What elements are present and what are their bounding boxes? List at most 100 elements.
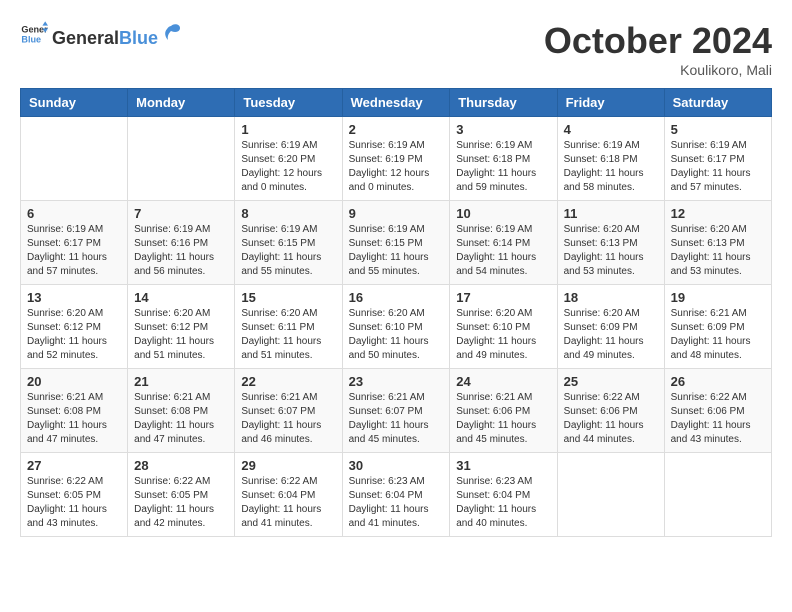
calendar-cell: 7 Sunrise: 6:19 AM Sunset: 6:16 PM Daylig… (128, 201, 235, 285)
day-number: 23 (349, 374, 444, 389)
day-info: Sunrise: 6:22 AM Sunset: 6:06 PM Dayligh… (671, 391, 765, 447)
day-info: Sunrise: 6:21 AM Sunset: 6:07 PM Dayligh… (241, 391, 335, 447)
day-number: 18 (564, 290, 658, 305)
day-info: Sunrise: 6:20 AM Sunset: 6:13 PM Dayligh… (671, 223, 765, 279)
day-number: 12 (671, 206, 765, 221)
day-number: 26 (671, 374, 765, 389)
day-number: 2 (349, 122, 444, 137)
calendar-cell: 22 Sunrise: 6:21 AM Sunset: 6:07 PM Dayli… (235, 369, 342, 453)
calendar-cell: 24 Sunrise: 6:21 AM Sunset: 6:06 PM Dayli… (450, 369, 557, 453)
day-info: Sunrise: 6:19 AM Sunset: 6:15 PM Dayligh… (241, 223, 335, 279)
day-number: 30 (349, 458, 444, 473)
calendar-cell: 10Sunrise: 6:19 AM Sunset: 6:14 PM Dayli… (450, 201, 557, 285)
logo-icon: General Blue (20, 20, 48, 48)
day-info: Sunrise: 6:19 AM Sunset: 6:17 PM Dayligh… (671, 139, 765, 195)
day-number: 21 (134, 374, 228, 389)
page-header: General Blue General Blue October 2024 K… (20, 20, 772, 78)
day-header-saturday: Saturday (664, 89, 771, 117)
calendar-header-row: SundayMondayTuesdayWednesdayThursdayFrid… (21, 89, 772, 117)
day-header-tuesday: Tuesday (235, 89, 342, 117)
day-info: Sunrise: 6:20 AM Sunset: 6:11 PM Dayligh… (241, 307, 335, 363)
day-number: 13 (27, 290, 121, 305)
day-info: Sunrise: 6:19 AM Sunset: 6:18 PM Dayligh… (456, 139, 550, 195)
svg-text:Blue: Blue (21, 34, 41, 44)
calendar-cell: 19 Sunrise: 6:21 AM Sunset: 6:09 PM Dayli… (664, 285, 771, 369)
calendar-cell: 23 Sunrise: 6:21 AM Sunset: 6:07 PM Dayli… (342, 369, 450, 453)
logo-bird-icon (160, 22, 182, 44)
calendar-cell: 9Sunrise: 6:19 AM Sunset: 6:15 PM Daylig… (342, 201, 450, 285)
day-info: Sunrise: 6:19 AM Sunset: 6:16 PM Dayligh… (134, 223, 228, 279)
calendar-cell: 14 Sunrise: 6:20 AM Sunset: 6:12 PM Dayli… (128, 285, 235, 369)
calendar-cell: 27 Sunrise: 6:22 AM Sunset: 6:05 PM Dayli… (21, 453, 128, 537)
calendar-cell: 12 Sunrise: 6:20 AM Sunset: 6:13 PM Dayli… (664, 201, 771, 285)
day-info: Sunrise: 6:21 AM Sunset: 6:08 PM Dayligh… (27, 391, 121, 447)
day-number: 24 (456, 374, 550, 389)
day-number: 9 (349, 206, 444, 221)
day-info: Sunrise: 6:20 AM Sunset: 6:13 PM Dayligh… (564, 223, 658, 279)
calendar-week-4: 20 Sunrise: 6:21 AM Sunset: 6:08 PM Dayli… (21, 369, 772, 453)
calendar-cell (128, 117, 235, 201)
day-info: Sunrise: 6:20 AM Sunset: 6:12 PM Dayligh… (134, 307, 228, 363)
day-number: 8 (241, 206, 335, 221)
calendar-week-2: 6Sunrise: 6:19 AM Sunset: 6:17 PM Daylig… (21, 201, 772, 285)
day-info: Sunrise: 6:20 AM Sunset: 6:09 PM Dayligh… (564, 307, 658, 363)
calendar-cell: 28Sunrise: 6:22 AM Sunset: 6:05 PM Dayli… (128, 453, 235, 537)
day-number: 25 (564, 374, 658, 389)
day-number: 14 (134, 290, 228, 305)
calendar-cell (557, 453, 664, 537)
day-number: 3 (456, 122, 550, 137)
logo-blue: Blue (119, 29, 158, 47)
calendar-cell: 11 Sunrise: 6:20 AM Sunset: 6:13 PM Dayli… (557, 201, 664, 285)
day-number: 16 (349, 290, 444, 305)
day-header-thursday: Thursday (450, 89, 557, 117)
day-info: Sunrise: 6:19 AM Sunset: 6:20 PM Dayligh… (241, 139, 335, 195)
day-info: Sunrise: 6:20 AM Sunset: 6:10 PM Dayligh… (349, 307, 444, 363)
day-number: 6 (27, 206, 121, 221)
calendar-cell: 5 Sunrise: 6:19 AM Sunset: 6:17 PM Daylig… (664, 117, 771, 201)
day-number: 27 (27, 458, 121, 473)
day-number: 28 (134, 458, 228, 473)
calendar-cell: 15 Sunrise: 6:20 AM Sunset: 6:11 PM Dayli… (235, 285, 342, 369)
logo: General Blue General Blue (20, 20, 182, 48)
calendar-week-5: 27 Sunrise: 6:22 AM Sunset: 6:05 PM Dayli… (21, 453, 772, 537)
calendar-cell: 20 Sunrise: 6:21 AM Sunset: 6:08 PM Dayli… (21, 369, 128, 453)
calendar-cell: 16 Sunrise: 6:20 AM Sunset: 6:10 PM Dayli… (342, 285, 450, 369)
calendar-cell: 3 Sunrise: 6:19 AM Sunset: 6:18 PM Daylig… (450, 117, 557, 201)
calendar-cell: 1Sunrise: 6:19 AM Sunset: 6:20 PM Daylig… (235, 117, 342, 201)
day-info: Sunrise: 6:20 AM Sunset: 6:12 PM Dayligh… (27, 307, 121, 363)
day-info: Sunrise: 6:20 AM Sunset: 6:10 PM Dayligh… (456, 307, 550, 363)
title-section: October 2024 Koulikoro, Mali (544, 20, 772, 78)
day-info: Sunrise: 6:21 AM Sunset: 6:09 PM Dayligh… (671, 307, 765, 363)
calendar-week-1: 1Sunrise: 6:19 AM Sunset: 6:20 PM Daylig… (21, 117, 772, 201)
calendar-cell: 18 Sunrise: 6:20 AM Sunset: 6:09 PM Dayli… (557, 285, 664, 369)
day-number: 5 (671, 122, 765, 137)
day-info: Sunrise: 6:19 AM Sunset: 6:19 PM Dayligh… (349, 139, 444, 195)
day-number: 15 (241, 290, 335, 305)
day-info: Sunrise: 6:22 AM Sunset: 6:04 PM Dayligh… (241, 475, 335, 531)
calendar-cell: 30 Sunrise: 6:23 AM Sunset: 6:04 PM Dayli… (342, 453, 450, 537)
day-number: 22 (241, 374, 335, 389)
day-number: 29 (241, 458, 335, 473)
day-number: 11 (564, 206, 658, 221)
calendar-cell: 25Sunrise: 6:22 AM Sunset: 6:06 PM Dayli… (557, 369, 664, 453)
day-header-sunday: Sunday (21, 89, 128, 117)
day-info: Sunrise: 6:23 AM Sunset: 6:04 PM Dayligh… (456, 475, 550, 531)
day-number: 19 (671, 290, 765, 305)
day-number: 20 (27, 374, 121, 389)
day-info: Sunrise: 6:21 AM Sunset: 6:07 PM Dayligh… (349, 391, 444, 447)
day-info: Sunrise: 6:21 AM Sunset: 6:06 PM Dayligh… (456, 391, 550, 447)
day-info: Sunrise: 6:22 AM Sunset: 6:05 PM Dayligh… (27, 475, 121, 531)
calendar-cell: 8 Sunrise: 6:19 AM Sunset: 6:15 PM Daylig… (235, 201, 342, 285)
calendar-week-3: 13 Sunrise: 6:20 AM Sunset: 6:12 PM Dayli… (21, 285, 772, 369)
month-title: October 2024 (544, 20, 772, 62)
calendar-table: SundayMondayTuesdayWednesdayThursdayFrid… (20, 88, 772, 537)
calendar-cell: 4Sunrise: 6:19 AM Sunset: 6:18 PM Daylig… (557, 117, 664, 201)
calendar-cell: 21Sunrise: 6:21 AM Sunset: 6:08 PM Dayli… (128, 369, 235, 453)
location: Koulikoro, Mali (544, 62, 772, 78)
day-info: Sunrise: 6:19 AM Sunset: 6:14 PM Dayligh… (456, 223, 550, 279)
day-number: 17 (456, 290, 550, 305)
calendar-cell: 2 Sunrise: 6:19 AM Sunset: 6:19 PM Daylig… (342, 117, 450, 201)
day-info: Sunrise: 6:23 AM Sunset: 6:04 PM Dayligh… (349, 475, 444, 531)
calendar-cell: 29 Sunrise: 6:22 AM Sunset: 6:04 PM Dayli… (235, 453, 342, 537)
day-number: 7 (134, 206, 228, 221)
